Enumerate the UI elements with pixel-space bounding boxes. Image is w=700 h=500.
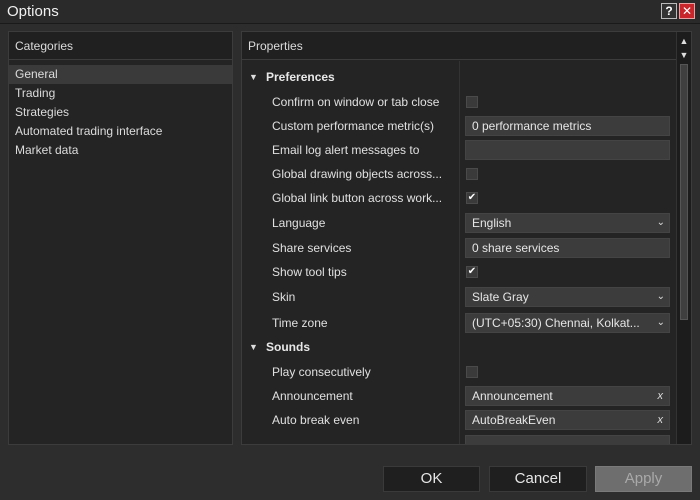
share-services-label: Share services — [272, 241, 352, 255]
skin-value: Slate Gray — [472, 290, 529, 304]
section-sounds[interactable]: ▼ Sounds — [242, 335, 676, 359]
email-log-label: Email log alert messages to — [272, 143, 420, 157]
row-skin: Skin Slate Gray ⌄ — [242, 285, 676, 309]
row-language: Language English ⌄ — [242, 211, 676, 235]
row-global-link: Global link button across work... ✔ — [242, 186, 676, 210]
cancel-button[interactable]: Cancel — [489, 466, 587, 492]
share-services-value: 0 share services — [472, 241, 560, 255]
language-label: Language — [272, 216, 326, 230]
row-email-log: Email log alert messages to — [242, 138, 676, 162]
confirm-close-checkbox[interactable] — [466, 96, 478, 108]
auto-break-even-label: Auto break even — [272, 413, 360, 427]
clear-icon[interactable]: x — [658, 387, 664, 405]
scroll-up-icon[interactable]: ▲ — [677, 34, 691, 48]
caret-down-icon[interactable]: ▼ — [249, 335, 258, 359]
section-sounds-label: Sounds — [266, 340, 310, 354]
category-market-data[interactable]: Market data — [9, 141, 232, 160]
row-partial — [242, 433, 676, 444]
auto-break-even-field[interactable]: AutoBreakEven x — [465, 410, 670, 430]
row-share-services: Share services 0 share services — [242, 236, 676, 260]
global-link-label: Global link button across work... — [272, 191, 443, 205]
section-preferences-label: Preferences — [266, 70, 335, 84]
global-drawing-label: Global drawing objects across... — [272, 167, 443, 181]
show-tooltips-checkbox[interactable]: ✔ — [466, 266, 478, 278]
skin-select[interactable]: Slate Gray ⌄ — [465, 287, 670, 307]
confirm-close-label: Confirm on window or tab close — [272, 95, 440, 109]
show-tooltips-label: Show tool tips — [272, 265, 347, 279]
announcement-value: Announcement — [472, 389, 553, 403]
scrollbar-thumb[interactable] — [680, 64, 688, 320]
play-consecutively-checkbox[interactable] — [466, 366, 478, 378]
global-link-checkbox[interactable]: ✔ — [466, 192, 478, 204]
properties-header: Properties — [242, 32, 691, 60]
help-icon[interactable]: ? — [661, 3, 677, 19]
window-title: Options — [7, 3, 59, 20]
chevron-down-icon[interactable]: ⌄ — [657, 314, 665, 332]
time-zone-value: (UTC+05:30) Chennai, Kolkat... — [472, 316, 640, 330]
row-confirm-close: Confirm on window or tab close — [242, 90, 676, 114]
announcement-field[interactable]: Announcement x — [465, 386, 670, 406]
row-global-drawing: Global drawing objects across... — [242, 162, 676, 186]
title-bar: Options ? ✕ — [0, 0, 700, 24]
category-trading[interactable]: Trading — [9, 84, 232, 103]
clear-icon[interactable]: x — [658, 411, 664, 429]
language-select[interactable]: English ⌄ — [465, 213, 670, 233]
custom-metric-value: 0 performance metrics — [472, 119, 592, 133]
properties-panel: Properties ▼ Preferences Confirm on wind… — [241, 31, 692, 445]
chevron-down-icon[interactable]: ⌄ — [657, 214, 665, 232]
custom-metric-label: Custom performance metric(s) — [272, 119, 435, 133]
scroll-down-icon[interactable]: ▼ — [677, 48, 691, 62]
vertical-scrollbar[interactable]: ▲ ▼ — [676, 32, 691, 444]
row-custom-metric: Custom performance metric(s) 0 performan… — [242, 114, 676, 138]
ok-button[interactable]: OK — [383, 466, 480, 492]
category-general[interactable]: General — [9, 65, 232, 84]
custom-metric-field[interactable]: 0 performance metrics — [465, 116, 670, 136]
category-strategies[interactable]: Strategies — [9, 103, 232, 122]
category-automated-trading-interface[interactable]: Automated trading interface — [9, 122, 232, 141]
close-icon[interactable]: ✕ — [679, 3, 695, 19]
play-consecutively-label: Play consecutively — [272, 365, 371, 379]
section-preferences[interactable]: ▼ Preferences — [242, 65, 676, 89]
apply-button[interactable]: Apply — [595, 466, 692, 492]
time-zone-label: Time zone — [272, 316, 328, 330]
row-announcement: Announcement Announcement x — [242, 384, 676, 408]
announcement-label: Announcement — [272, 389, 353, 403]
properties-grid: ▼ Preferences Confirm on window or tab c… — [242, 61, 676, 444]
email-log-field[interactable] — [465, 140, 670, 160]
auto-break-even-value: AutoBreakEven — [472, 413, 556, 427]
caret-down-icon[interactable]: ▼ — [249, 65, 258, 89]
categories-list: General Trading Strategies Automated tra… — [9, 60, 232, 160]
partial-field[interactable] — [465, 435, 670, 444]
time-zone-select[interactable]: (UTC+05:30) Chennai, Kolkat... ⌄ — [465, 313, 670, 333]
row-auto-break-even: Auto break even AutoBreakEven x — [242, 408, 676, 432]
categories-panel: Categories General Trading Strategies Au… — [8, 31, 233, 445]
chevron-down-icon[interactable]: ⌄ — [657, 288, 665, 306]
row-play-consecutively: Play consecutively — [242, 360, 676, 384]
row-show-tooltips: Show tool tips ✔ — [242, 260, 676, 284]
share-services-field[interactable]: 0 share services — [465, 238, 670, 258]
categories-header: Categories — [9, 32, 232, 60]
global-drawing-checkbox[interactable] — [466, 168, 478, 180]
skin-label: Skin — [272, 290, 296, 304]
row-time-zone: Time zone (UTC+05:30) Chennai, Kolkat...… — [242, 311, 676, 335]
language-value: English — [472, 216, 512, 230]
